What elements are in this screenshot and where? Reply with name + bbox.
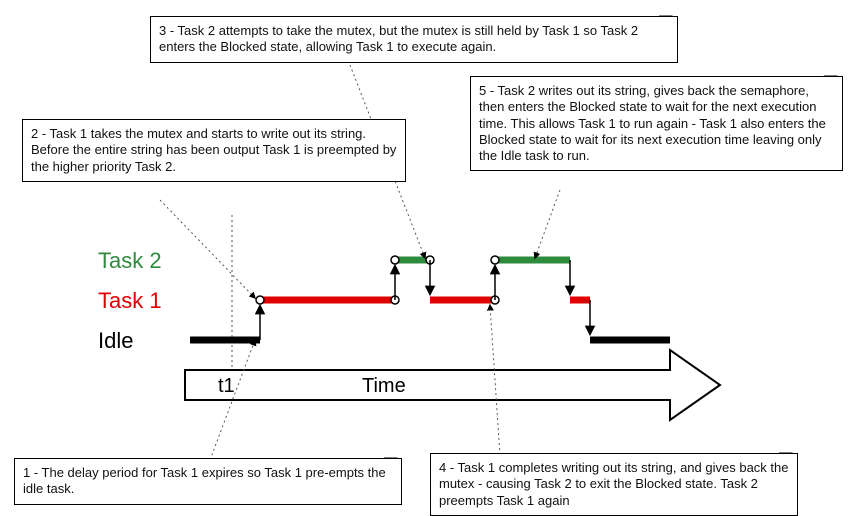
diagram-canvas: Task 2 Task 1 Idle t1 Time 3 - Task 2 at…	[0, 0, 856, 515]
row-label-idle: Idle	[98, 328, 133, 354]
note-3: 3 - Task 2 attempts to take the mutex, b…	[150, 16, 678, 63]
note-4: 4 - Task 1 completes writing out its str…	[430, 453, 798, 516]
note-2: 2 - Task 1 takes the mutex and starts to…	[22, 119, 406, 182]
row-label-task1: Task 1	[98, 288, 162, 314]
axis-time: Time	[362, 375, 406, 398]
note-5: 5 - Task 2 writes out its string, gives …	[470, 76, 843, 171]
axis-t1: t1	[218, 375, 235, 398]
row-label-task2: Task 2	[98, 248, 162, 274]
time-axis-arrow	[185, 350, 720, 420]
note-1: 1 - The delay period for Task 1 expires …	[14, 458, 402, 505]
